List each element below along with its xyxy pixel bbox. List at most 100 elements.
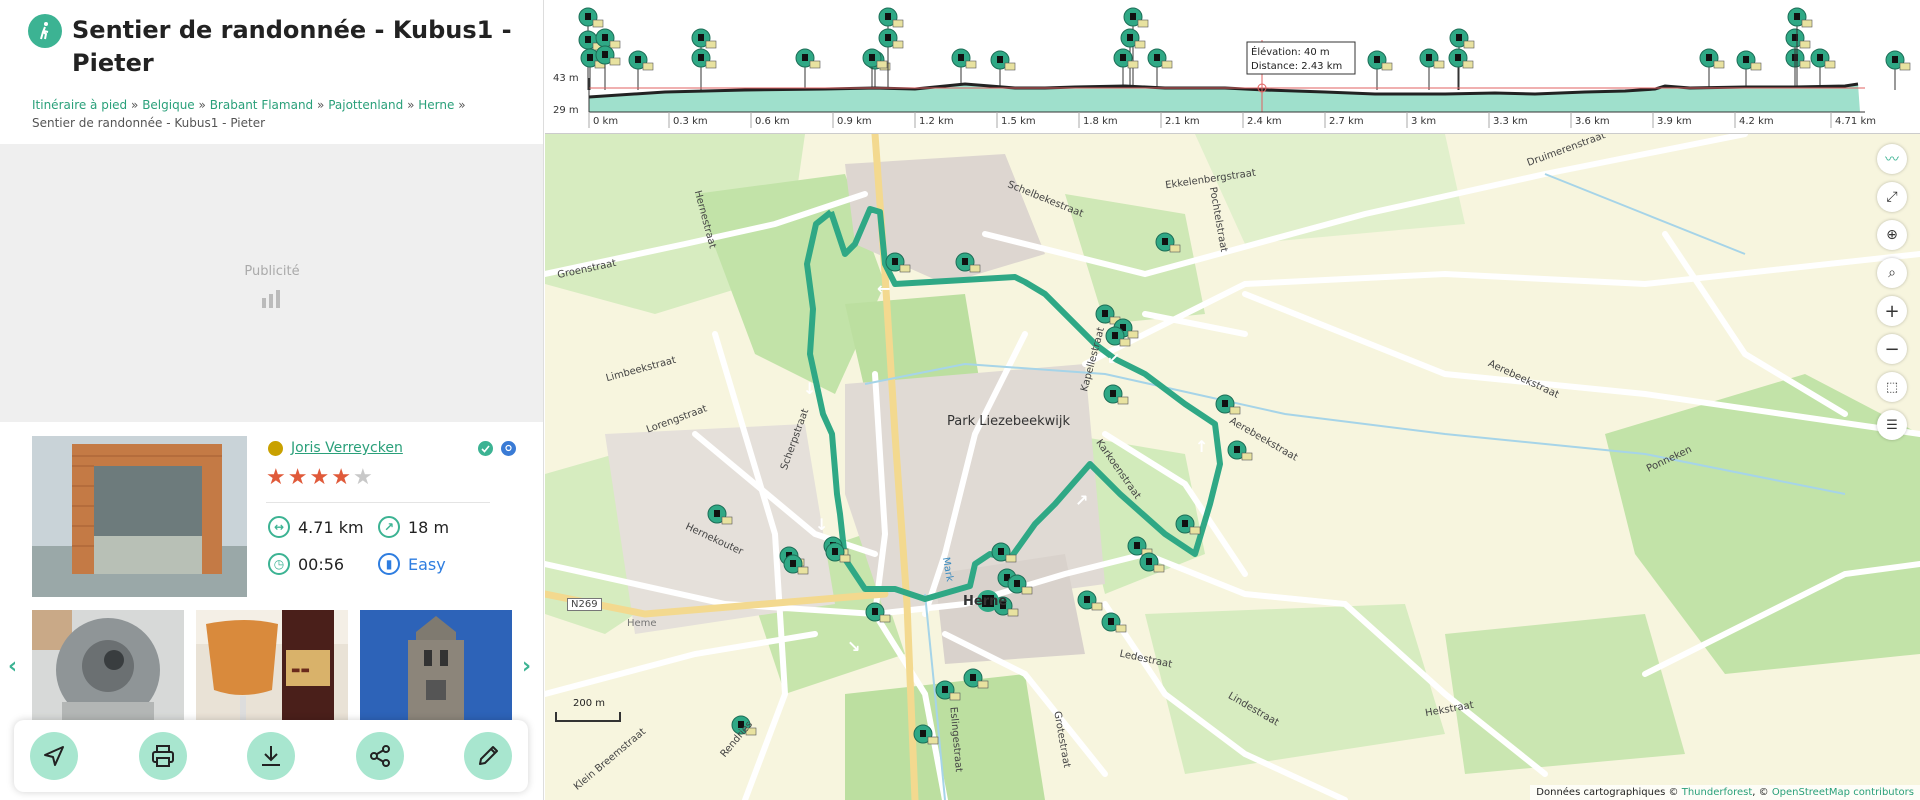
locate-button[interactable]: ⊕ bbox=[1877, 220, 1907, 250]
poi-marker-icon[interactable] bbox=[1885, 50, 1911, 71]
star-icon: ★ bbox=[266, 465, 286, 490]
attribution-link-thunderforest[interactable]: Thunderforest bbox=[1682, 787, 1753, 798]
edit-button[interactable] bbox=[464, 732, 512, 780]
gallery-photo-beer[interactable]: ▬▬ bbox=[196, 610, 348, 720]
stat-duration-value: 00:56 bbox=[298, 554, 345, 574]
svg-text:←: ← bbox=[877, 279, 890, 298]
profile-poi-markers bbox=[578, 7, 1911, 90]
route-main-photo[interactable] bbox=[32, 436, 247, 597]
poi-marker-icon[interactable] bbox=[1103, 384, 1129, 405]
poi-marker-icon[interactable] bbox=[795, 48, 821, 69]
ad-logo-icon bbox=[262, 290, 280, 308]
star-icon: ★ bbox=[309, 465, 330, 490]
stat-distance-value: 4.71 km bbox=[298, 517, 364, 537]
poi-marker-icon[interactable] bbox=[878, 28, 904, 49]
map-toolbar: 〰 ⤢ ⊕ ⌕ + − ⬚ ☰ bbox=[1877, 144, 1907, 440]
zoom-out-button[interactable]: − bbox=[1877, 334, 1907, 364]
poi-marker-icon[interactable] bbox=[1101, 612, 1127, 633]
y-label-bottom: 29 m bbox=[553, 105, 579, 116]
rating-stars[interactable]: ★ ★ ★ ★ ★ bbox=[266, 466, 373, 490]
download-button[interactable] bbox=[247, 732, 295, 780]
poi-marker-icon[interactable] bbox=[1785, 48, 1811, 69]
poi-marker-icon[interactable] bbox=[1367, 50, 1393, 71]
app: Sentier de randonnée - Kubus1 - Pieter I… bbox=[0, 0, 1920, 800]
route-map[interactable]: ← ↓ ↓ ↘ ↗ ↑ ↙ Park Liezebeekwijk Herne H… bbox=[545, 134, 1920, 800]
attribution-link-osm[interactable]: OpenStreetMap contributors bbox=[1772, 787, 1914, 798]
print-button[interactable] bbox=[138, 732, 187, 780]
download-icon bbox=[262, 746, 280, 766]
layers-icon: ☰ bbox=[1886, 417, 1898, 433]
poi-marker-icon[interactable] bbox=[1787, 7, 1813, 28]
difficulty-bars-icon: ▮ bbox=[378, 553, 400, 575]
poi-marker-icon[interactable] bbox=[595, 28, 621, 49]
poi-marker-icon[interactable] bbox=[990, 50, 1016, 71]
poi-marker-icon[interactable] bbox=[1736, 50, 1762, 71]
poi-marker-icon[interactable] bbox=[1215, 394, 1241, 415]
page-title: Sentier de randonnée - Kubus1 - Pieter bbox=[72, 16, 512, 77]
breadcrumb-link-foot-itinerary[interactable]: Itinéraire à pied bbox=[32, 98, 127, 112]
x-tick-label: 4.2 km bbox=[1739, 116, 1774, 127]
pencil-icon bbox=[479, 746, 498, 765]
layers-button[interactable]: ☰ bbox=[1877, 410, 1907, 440]
stat-difficulty-value: Easy bbox=[408, 554, 446, 574]
poi-marker-icon[interactable] bbox=[628, 50, 654, 71]
x-tick-label: 2.1 km bbox=[1165, 116, 1200, 127]
poi-marker-icon[interactable] bbox=[1077, 590, 1103, 611]
poi-marker-icon[interactable] bbox=[691, 28, 717, 49]
poi-marker-icon[interactable] bbox=[1449, 28, 1475, 49]
poi-marker-icon[interactable] bbox=[1147, 48, 1173, 69]
poi-marker-icon[interactable] bbox=[1448, 48, 1474, 69]
x-tick-label: 4.71 km bbox=[1835, 116, 1876, 127]
poi-marker-icon[interactable] bbox=[1785, 28, 1811, 49]
road-label-n269: N269 bbox=[567, 598, 602, 611]
poi-marker-icon[interactable] bbox=[595, 45, 621, 66]
author-avatar bbox=[268, 440, 283, 456]
photo-gallery: ▬▬ bbox=[32, 610, 512, 720]
gallery-prev-chevron-icon[interactable]: ‹ bbox=[8, 654, 17, 679]
search-button[interactable]: ⌕ bbox=[1877, 258, 1907, 288]
fullscreen-button[interactable]: ⤢ bbox=[1877, 182, 1907, 212]
gallery-photo-sculpture[interactable] bbox=[32, 610, 184, 720]
breadcrumb-link-herne[interactable]: Herne bbox=[418, 98, 454, 112]
poi-marker-icon[interactable] bbox=[1810, 48, 1836, 69]
share-button[interactable] bbox=[355, 732, 404, 780]
x-tick-label: 2.4 km bbox=[1247, 116, 1282, 127]
poi-marker-icon[interactable] bbox=[963, 668, 989, 689]
clock-icon: ◷ bbox=[268, 553, 290, 575]
poi-marker-icon[interactable] bbox=[691, 48, 717, 69]
x-tick-label: 3.3 km bbox=[1493, 116, 1528, 127]
svg-text:↗: ↗ bbox=[1075, 491, 1088, 510]
poi-marker-icon[interactable] bbox=[951, 48, 977, 69]
zoom-box-button[interactable]: ⬚ bbox=[1877, 372, 1907, 402]
svg-text:↓: ↓ bbox=[815, 515, 828, 534]
breadcrumb-link-pajottenland[interactable]: Pajottenland bbox=[328, 98, 403, 112]
elevation-profile[interactable]: 43 m 29 m 0 km 0.3 km 0.6 km 0.9 km 1.2 km 1.… bbox=[545, 0, 1920, 134]
poi-marker-icon[interactable] bbox=[1419, 48, 1445, 69]
plus-icon: + bbox=[1884, 300, 1900, 322]
select-box-icon: ⬚ bbox=[1885, 379, 1899, 395]
star-icon: ★ bbox=[331, 465, 351, 490]
poi-marker-icon[interactable] bbox=[1227, 440, 1253, 461]
svg-text:▬▬: ▬▬ bbox=[291, 665, 310, 676]
x-tick-label: 0.3 km bbox=[673, 116, 708, 127]
toggle-profile-button[interactable]: 〰 bbox=[1877, 144, 1907, 174]
poi-marker-icon[interactable] bbox=[878, 7, 904, 28]
stat-elevation-value: 18 m bbox=[408, 517, 450, 537]
author-link[interactable]: Joris Verreycken bbox=[291, 440, 470, 456]
attribution-prefix: Données cartographiques © bbox=[1536, 787, 1679, 798]
navigate-button[interactable] bbox=[30, 732, 78, 780]
poi-marker-icon[interactable] bbox=[1123, 7, 1149, 28]
poi-marker-icon[interactable] bbox=[1120, 28, 1146, 49]
tooltip-distance: Distance: 2.43 km bbox=[1251, 61, 1342, 72]
poi-marker-icon[interactable] bbox=[1699, 48, 1725, 69]
stat-distance: ↔ 4.71 km bbox=[268, 516, 364, 538]
poi-marker-icon[interactable] bbox=[1113, 48, 1139, 69]
x-tick-label: 1.5 km bbox=[1001, 116, 1036, 127]
poi-marker-icon[interactable] bbox=[578, 7, 604, 28]
zoom-in-button[interactable]: + bbox=[1877, 296, 1907, 326]
gallery-photo-church-tower[interactable] bbox=[360, 610, 512, 720]
gallery-next-chevron-icon[interactable]: › bbox=[522, 654, 531, 679]
breadcrumb-link-belgium[interactable]: Belgique bbox=[142, 98, 195, 112]
breadcrumb-link-flemish-brabant[interactable]: Brabant Flamand bbox=[210, 98, 313, 112]
scale-label: 200 m bbox=[573, 698, 606, 709]
